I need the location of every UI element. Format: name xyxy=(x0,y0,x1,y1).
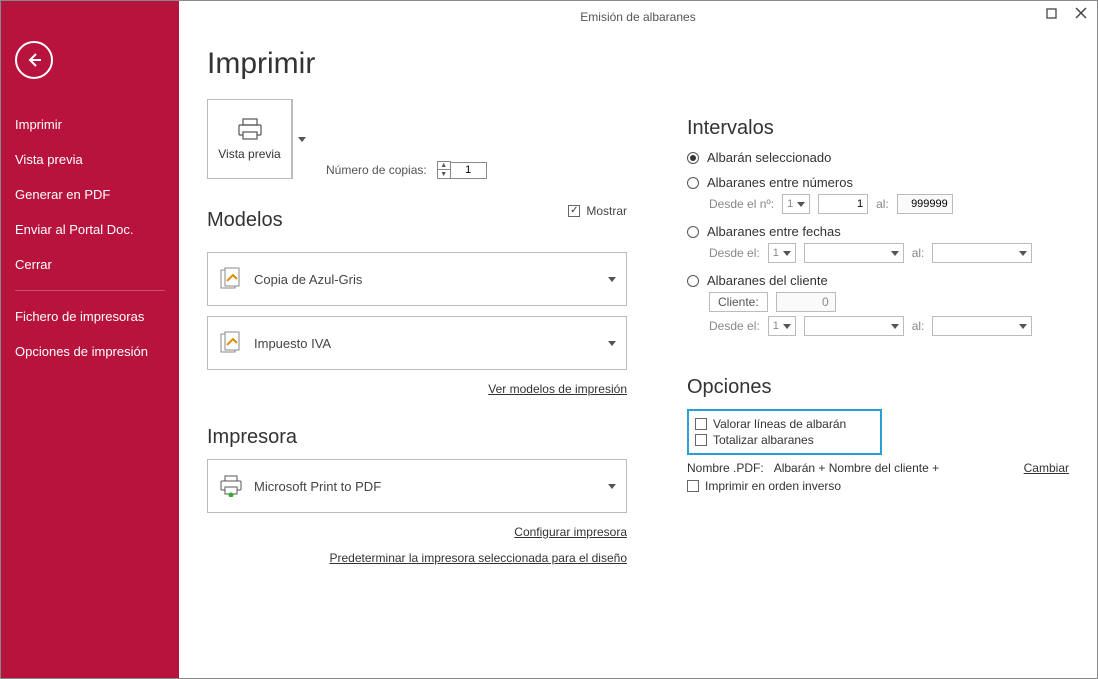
hasta-fecha-3-select[interactable] xyxy=(932,316,1032,336)
radio-entre-numeros[interactable]: Albaranes entre números xyxy=(687,175,1069,190)
hasta-no-input[interactable] xyxy=(897,194,953,214)
radio-icon xyxy=(687,275,699,287)
desde-fecha-select[interactable] xyxy=(804,243,904,263)
desde-serie-2-select[interactable]: 1 xyxy=(768,243,796,263)
check-valorar-lineas[interactable]: Valorar líneas de albarán xyxy=(695,417,874,431)
opciones-highlight: Valorar líneas de albarán Totalizar alba… xyxy=(687,409,882,455)
radio-1-label: Albarán seleccionado xyxy=(707,150,831,165)
modelo-select-2[interactable]: Impuesto IVA xyxy=(207,316,627,370)
radio-del-cliente[interactable]: Albaranes del cliente xyxy=(687,273,1069,288)
impresora-title: Impresora xyxy=(207,426,627,449)
checkbox-checked-icon: ✓ xyxy=(568,205,580,217)
back-button[interactable] xyxy=(15,41,53,79)
radio-4-label: Albaranes del cliente xyxy=(707,273,828,288)
window-close-button[interactable] xyxy=(1073,5,1089,21)
pdf-name-value: Albarán + Nombre del cliente + xyxy=(774,461,939,475)
printer-ready-icon xyxy=(218,473,244,499)
desde-fecha-label: Desde el: xyxy=(709,246,760,260)
desde-serie-3-select[interactable]: 1 xyxy=(768,316,796,336)
chevron-down-icon xyxy=(891,324,899,329)
copies-spinner[interactable]: ▲ ▼ xyxy=(437,161,451,179)
checkbox-icon xyxy=(695,418,707,430)
totalizar-label: Totalizar albaranes xyxy=(713,433,814,447)
vista-previa-label: Vista previa xyxy=(218,147,280,161)
chevron-down-icon xyxy=(608,277,616,282)
chevron-down-icon xyxy=(891,251,899,256)
printer-name: Microsoft Print to PDF xyxy=(254,479,381,494)
sidebar-separator xyxy=(15,290,165,291)
hasta-fecha-select[interactable] xyxy=(932,243,1032,263)
cambiar-link[interactable]: Cambiar xyxy=(1024,461,1069,475)
sidebar-item-cerrar[interactable]: Cerrar xyxy=(1,247,179,282)
chevron-down-icon xyxy=(608,484,616,489)
valorar-label: Valorar líneas de albarán xyxy=(713,417,846,431)
radio-icon xyxy=(687,177,699,189)
al-label: al: xyxy=(876,197,889,211)
copies-label: Número de copias: xyxy=(326,163,427,177)
chevron-down-icon xyxy=(298,137,306,142)
radio-selected-icon xyxy=(687,152,699,164)
mostrar-label: Mostrar xyxy=(586,204,627,218)
desde-cliente-label: Desde el: xyxy=(709,319,760,333)
modelos-title: Modelos xyxy=(207,209,283,232)
template-icon xyxy=(218,330,244,356)
printer-icon xyxy=(235,117,265,141)
radio-2-label: Albaranes entre números xyxy=(707,175,853,190)
window-restore-button[interactable] xyxy=(1043,5,1059,21)
vista-previa-split[interactable] xyxy=(292,99,310,179)
page-title: Imprimir xyxy=(207,47,1069,81)
checkbox-icon xyxy=(695,434,707,446)
radio-entre-fechas[interactable]: Albaranes entre fechas xyxy=(687,224,1069,239)
chevron-down-icon xyxy=(783,251,791,256)
sidebar-item-generar-pdf[interactable]: Generar en PDF xyxy=(1,177,179,212)
opciones-title: Opciones xyxy=(687,376,1069,399)
window-title: Emisión de albaranes xyxy=(179,1,1097,33)
checkbox-icon xyxy=(687,480,699,492)
copies-input[interactable] xyxy=(451,162,487,179)
check-totalizar[interactable]: Totalizar albaranes xyxy=(695,433,874,447)
mostrar-checkbox[interactable]: ✓ Mostrar xyxy=(568,204,627,218)
intervalos-title: Intervalos xyxy=(687,117,1069,140)
template-icon xyxy=(218,266,244,292)
chevron-down-icon xyxy=(797,202,805,207)
ver-modelos-link[interactable]: Ver modelos de impresión xyxy=(207,382,627,396)
printer-select[interactable]: Microsoft Print to PDF xyxy=(207,459,627,513)
vista-previa-button[interactable]: Vista previa xyxy=(207,99,292,179)
sidebar-item-opciones-impresion[interactable]: Opciones de impresión xyxy=(1,334,179,369)
cliente-label-box[interactable]: Cliente: xyxy=(709,292,768,312)
al-label-2: al: xyxy=(912,246,925,260)
sidebar-item-vista-previa[interactable]: Vista previa xyxy=(1,142,179,177)
sidebar-item-fichero-impresoras[interactable]: Fichero de impresoras xyxy=(1,299,179,334)
spin-down-icon[interactable]: ▼ xyxy=(438,170,450,178)
desde-no-input[interactable] xyxy=(818,194,868,214)
radio-3-label: Albaranes entre fechas xyxy=(707,224,841,239)
check-orden-inverso[interactable]: Imprimir en orden inverso xyxy=(687,479,1069,493)
chevron-down-icon xyxy=(608,341,616,346)
desde-serie-select[interactable]: 1 xyxy=(782,194,810,214)
sidebar-item-imprimir[interactable]: Imprimir xyxy=(1,107,179,142)
modelo-select-1[interactable]: Copia de Azul-Gris xyxy=(207,252,627,306)
spin-up-icon[interactable]: ▲ xyxy=(438,162,450,170)
al-label-3: al: xyxy=(912,319,925,333)
predeterminar-impresora-link[interactable]: Predeterminar la impresora seleccionada … xyxy=(207,551,627,565)
radio-albaran-seleccionado[interactable]: Albarán seleccionado xyxy=(687,150,1069,165)
configurar-impresora-link[interactable]: Configurar impresora xyxy=(207,525,627,539)
desde-fecha-3-select[interactable] xyxy=(804,316,904,336)
sidebar: Imprimir Vista previa Generar en PDF Env… xyxy=(1,1,179,678)
modelo-1-label: Copia de Azul-Gris xyxy=(254,272,362,287)
sidebar-item-enviar-portal[interactable]: Enviar al Portal Doc. xyxy=(1,212,179,247)
radio-icon xyxy=(687,226,699,238)
chevron-down-icon xyxy=(783,324,791,329)
orden-inverso-label: Imprimir en orden inverso xyxy=(705,479,841,493)
modelo-2-label: Impuesto IVA xyxy=(254,336,331,351)
desde-no-label: Desde el nº: xyxy=(709,197,774,211)
pdf-name-label: Nombre .PDF: xyxy=(687,461,764,475)
chevron-down-icon xyxy=(1019,324,1027,329)
cliente-value[interactable]: 0 xyxy=(776,292,836,312)
chevron-down-icon xyxy=(1019,251,1027,256)
